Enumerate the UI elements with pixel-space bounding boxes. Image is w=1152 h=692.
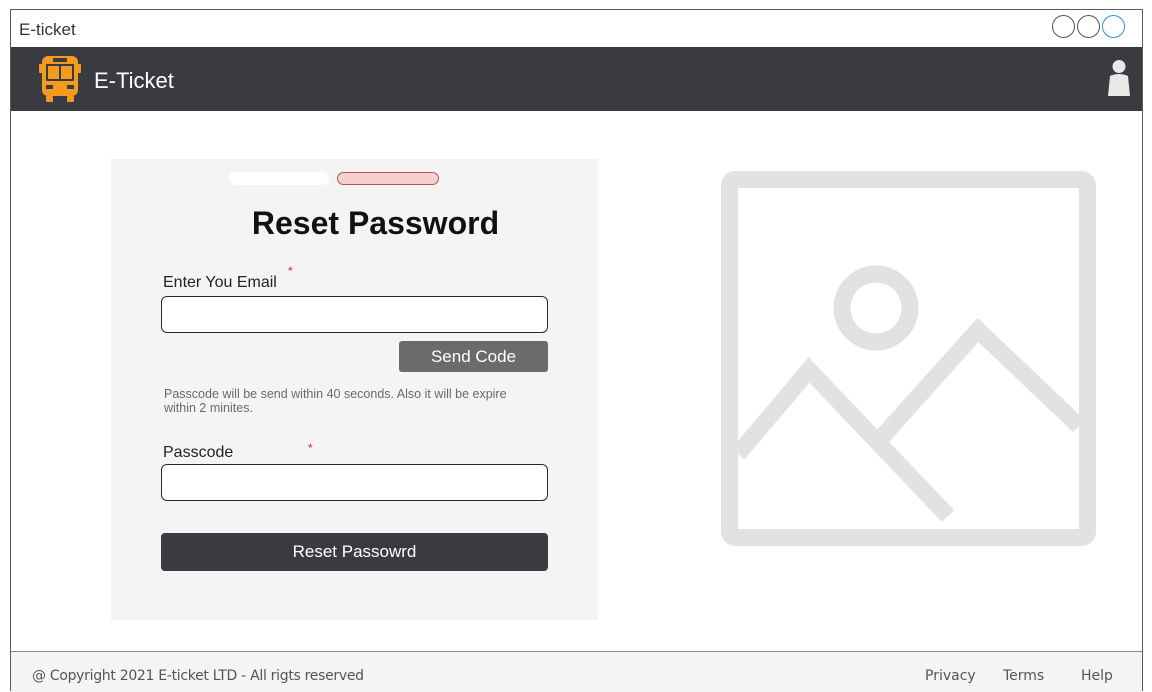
step-indicator-1 — [229, 172, 329, 185]
image-placeholder-icon — [721, 171, 1096, 546]
footer-link-privacy[interactable]: Privacy — [925, 668, 976, 684]
bus-icon[interactable] — [37, 55, 83, 103]
reset-password-card: Reset Password Enter You Email * Send Co… — [111, 159, 598, 620]
page-title: Reset Password — [251, 205, 500, 241]
footer: @ Copyright 2021 E-ticket LTD - All rigt… — [11, 652, 1142, 692]
window-control-button[interactable] — [1077, 15, 1100, 38]
email-label: Enter You Email — [163, 274, 277, 291]
footer-link-terms[interactable]: Terms — [1003, 668, 1044, 684]
passcode-label: Passcode — [163, 444, 234, 461]
window-control-button[interactable] — [1052, 15, 1075, 38]
passcode-hint: Passcode will be send within 40 seconds.… — [164, 387, 507, 415]
window-title: E-ticket — [19, 20, 76, 39]
email-input[interactable] — [161, 296, 548, 333]
step-indicator-2 — [337, 172, 439, 185]
send-code-button[interactable]: Send Code — [399, 341, 548, 372]
user-icon[interactable] — [1107, 59, 1131, 97]
brand-name[interactable]: E-Ticket — [94, 68, 174, 94]
footer-link-help[interactable]: Help — [1081, 668, 1113, 684]
required-asterisk: * — [288, 264, 293, 278]
passcode-input[interactable] — [161, 464, 548, 501]
app-header: E-Ticket — [11, 47, 1142, 111]
copyright-text: @ Copyright 2021 E-ticket LTD - All rigt… — [32, 668, 364, 684]
title-bar: E-ticket — [11, 10, 1142, 47]
window-control-button[interactable] — [1102, 15, 1125, 38]
reset-password-button[interactable]: Reset Passowrd — [161, 533, 548, 571]
required-asterisk: * — [308, 441, 313, 455]
browser-window: E-ticket E-Ticket Reset Password Enter Y… — [10, 9, 1143, 692]
